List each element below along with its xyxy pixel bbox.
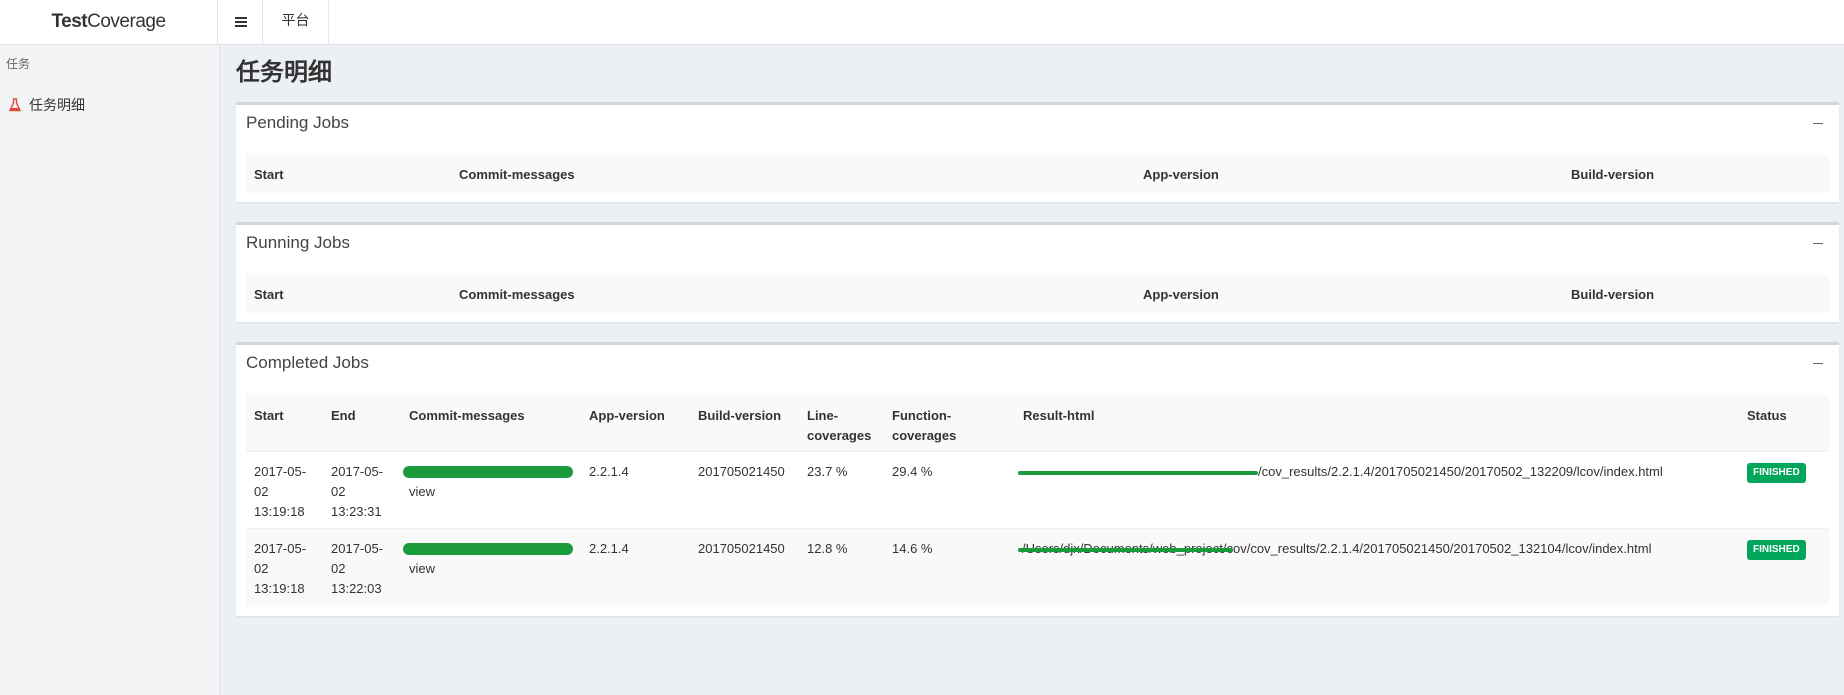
- column-header[interactable]: App-version: [589, 406, 665, 426]
- sidebar-toggle-button[interactable]: [219, 0, 263, 44]
- column-header[interactable]: Start: [254, 406, 284, 426]
- column-header[interactable]: Build-version: [1571, 167, 1654, 182]
- column-header[interactable]: End: [331, 406, 356, 426]
- end-cell: 2017-05-02 13:22:03: [331, 541, 384, 596]
- result-html-link[interactable]: /cov_results/2.2.1.4/201705021450/201705…: [1258, 464, 1663, 479]
- status-badge: FINISHED: [1747, 540, 1806, 560]
- column-header[interactable]: Function-coverages: [892, 406, 967, 446]
- table-header: Start End Commit-messages App-version Bu…: [246, 395, 1829, 451]
- column-header[interactable]: Status: [1747, 406, 1787, 426]
- redaction-mark: [403, 466, 573, 478]
- table-header: Start Commit-messages App-version Build-…: [246, 155, 1829, 193]
- logo-bold-text: Test: [51, 11, 88, 32]
- build-version-cell: 201705021450: [698, 464, 785, 479]
- column-header[interactable]: Build-version: [698, 406, 781, 426]
- hamburger-icon: [234, 17, 247, 27]
- status-cell: FINISHED: [1747, 538, 1806, 560]
- redaction-mark: [1018, 548, 1233, 552]
- app-version-cell: 2.2.1.4: [589, 541, 629, 556]
- table-header: Start Commit-messages App-version Build-…: [246, 275, 1829, 313]
- column-header[interactable]: App-version: [1143, 287, 1219, 302]
- app-version-cell: 2.2.1.4: [589, 464, 629, 479]
- line-coverage-cell: 23.7 %: [807, 464, 848, 479]
- page-title: 任务明细: [236, 59, 332, 86]
- status-badge: FINISHED: [1747, 463, 1806, 483]
- completed-jobs-box: Completed Jobs Start End Commit-messages…: [236, 342, 1839, 616]
- top-navbar: TestCoverage 平台: [0, 0, 1844, 45]
- commit-message-text: view: [409, 484, 436, 499]
- function-coverage-cell: 14.6 %: [892, 541, 933, 556]
- sidebar-item-task-detail[interactable]: 任务明细: [0, 91, 219, 119]
- table-row: 2017-05-02 13:19:18 2017-05-02 13:22:03 …: [246, 528, 1829, 605]
- collapse-icon[interactable]: [1811, 235, 1825, 251]
- redaction-mark: [1018, 471, 1258, 475]
- start-cell: 2017-05-02 13:19:18: [254, 464, 307, 519]
- start-cell: 2017-05-02 13:19:18: [254, 541, 307, 596]
- commit-message-text: view: [409, 561, 436, 576]
- box-title: Completed Jobs: [246, 353, 369, 372]
- sidebar-section-header: 任务: [6, 57, 31, 71]
- column-header[interactable]: Start: [254, 167, 284, 182]
- column-header[interactable]: Commit-messages: [459, 167, 575, 182]
- redaction-mark: [403, 543, 573, 555]
- box-title: Running Jobs: [246, 233, 350, 252]
- line-coverage-cell: 12.8 %: [807, 541, 848, 556]
- sidebar-item-label: 任务明细: [29, 97, 85, 113]
- column-header[interactable]: App-version: [1143, 167, 1219, 182]
- nav-item-platform[interactable]: 平台: [263, 0, 329, 44]
- function-coverage-cell: 29.4 %: [892, 464, 933, 479]
- build-version-cell: 201705021450: [698, 541, 785, 556]
- column-header[interactable]: Start: [254, 287, 284, 302]
- end-cell: 2017-05-02 13:23:31: [331, 464, 384, 519]
- column-header[interactable]: Build-version: [1571, 287, 1654, 302]
- column-header[interactable]: Line-coverages: [807, 406, 871, 446]
- status-cell: FINISHED: [1747, 461, 1806, 483]
- running-jobs-box: Running Jobs Start Commit-messages App-v…: [236, 222, 1839, 322]
- collapse-icon[interactable]: [1811, 115, 1825, 131]
- box-title: Pending Jobs: [246, 113, 350, 132]
- logo-rest-text: Coverage: [87, 11, 166, 32]
- result-html-cell: /Users/djx/Documents/web_project/cov/cov…: [1018, 539, 1758, 559]
- pending-jobs-box: Pending Jobs Start Commit-messages App-v…: [236, 102, 1839, 202]
- collapse-icon[interactable]: [1811, 355, 1825, 371]
- app-logo[interactable]: TestCoverage: [0, 0, 218, 44]
- table-row: 2017-05-02 13:19:18 2017-05-02 13:23:31 …: [246, 451, 1829, 528]
- column-header[interactable]: Result-html: [1023, 406, 1095, 426]
- column-header[interactable]: Commit-messages: [409, 406, 525, 426]
- sidebar: 任务 任务明细: [0, 45, 220, 695]
- result-html-cell: /cov_results/2.2.1.4/201705021450/201705…: [1018, 462, 1718, 482]
- column-header[interactable]: Commit-messages: [459, 287, 575, 302]
- flask-icon: [8, 98, 22, 112]
- commit-message-cell: view: [403, 539, 579, 579]
- commit-message-cell: view: [403, 462, 579, 502]
